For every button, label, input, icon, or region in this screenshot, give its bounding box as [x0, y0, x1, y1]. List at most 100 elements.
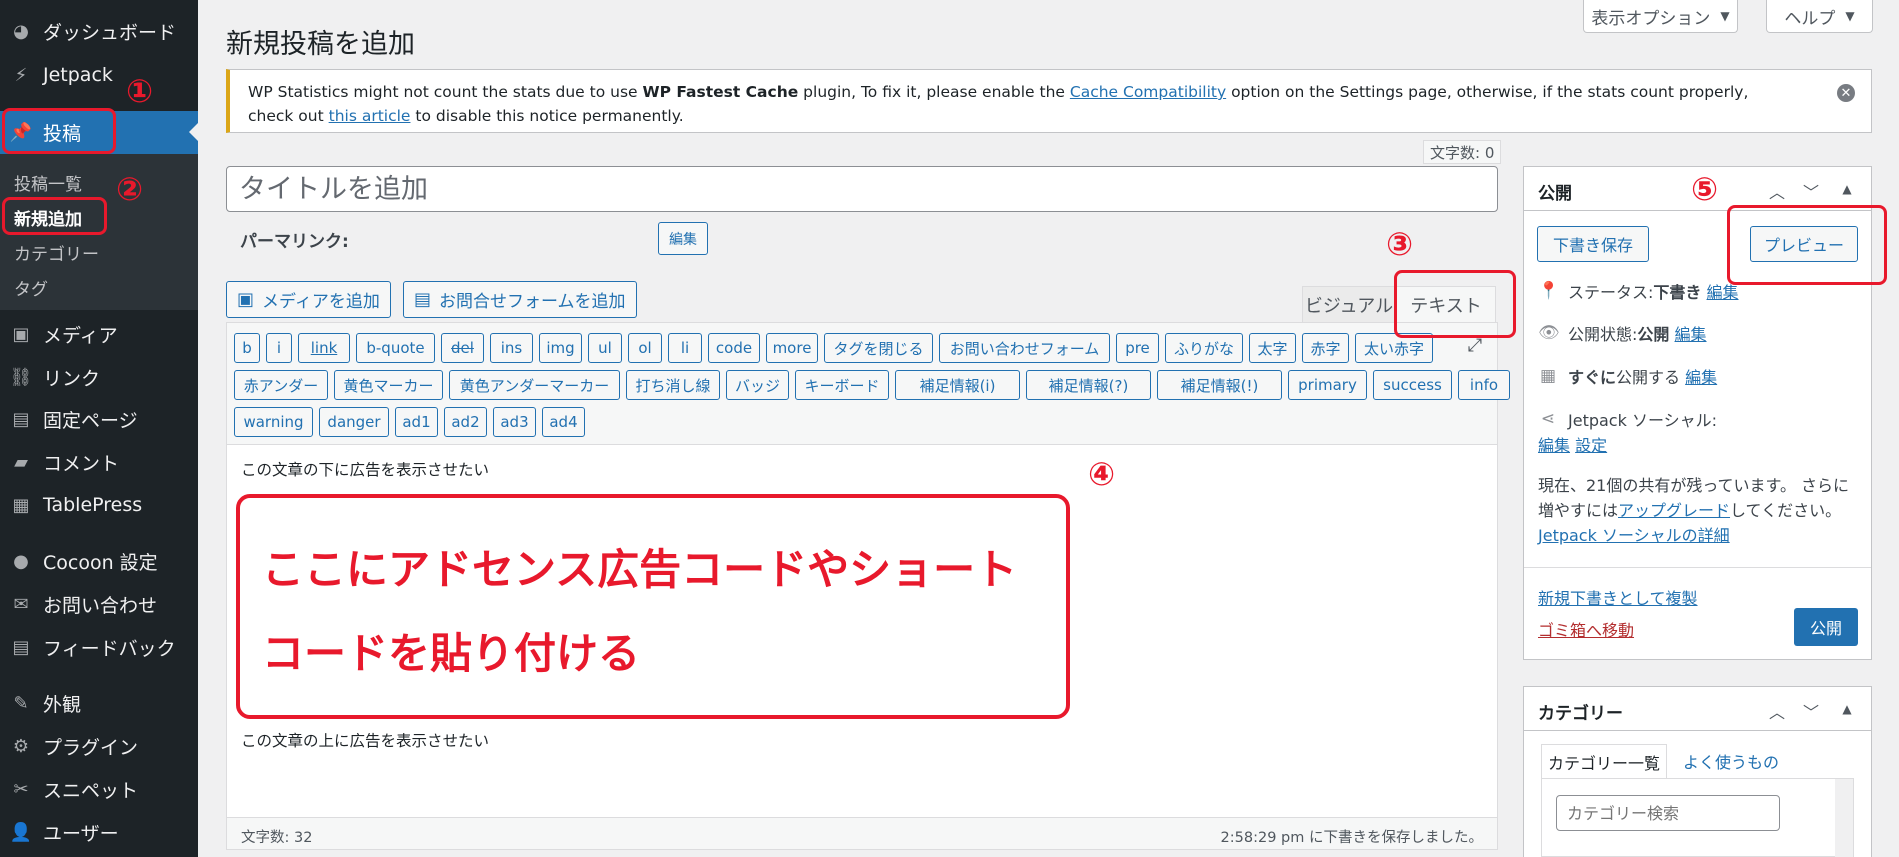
- menu-contact[interactable]: ✉ お問い合わせ: [0, 584, 198, 624]
- tab-visual[interactable]: ビジュアル: [1302, 286, 1396, 322]
- menu-label: Cocoon 設定: [43, 551, 158, 574]
- collapse-icon[interactable]: ▲: [1837, 182, 1857, 196]
- submenu-all-posts[interactable]: 投稿一覧: [14, 170, 82, 195]
- quicktag-button[interactable]: img: [539, 333, 582, 363]
- user-icon: 👤: [9, 821, 33, 843]
- schedule-label: 公開する: [1616, 368, 1681, 387]
- help-button[interactable]: ヘルプ ▼: [1766, 0, 1873, 33]
- menu-appearance[interactable]: ✎ 外観: [0, 683, 198, 723]
- quicktag-button[interactable]: warning: [234, 407, 313, 437]
- add-contact-form-button[interactable]: ▤ お問合せフォームを追加: [403, 281, 637, 318]
- chevron-down-icon[interactable]: ﹀: [1801, 179, 1821, 203]
- quicktag-button[interactable]: タグを閉じる: [824, 333, 933, 363]
- quicktag-button[interactable]: 補足情報(?): [1026, 370, 1151, 400]
- duplicate-draft-link[interactable]: 新規下書きとして複製: [1538, 585, 1698, 609]
- title-input[interactable]: [226, 166, 1498, 212]
- quicktag-button[interactable]: バッジ: [726, 370, 789, 400]
- form-icon: ▤: [414, 289, 432, 310]
- annotation-ring-add-new: [2, 197, 107, 235]
- upgrade-link[interactable]: アップグレード: [1618, 497, 1730, 521]
- submenu-categories[interactable]: カテゴリー: [14, 240, 99, 265]
- quicktag-button[interactable]: b-quote: [356, 333, 435, 363]
- save-draft-button[interactable]: 下書き保存: [1537, 226, 1649, 262]
- quicktag-button[interactable]: ad1: [395, 407, 438, 437]
- cache-compatibility-link[interactable]: Cache Compatibility: [1070, 83, 1226, 101]
- social-details-link[interactable]: Jetpack ソーシャルの詳細: [1538, 522, 1730, 546]
- shares-text-2: 増やすには アップグレード してください。: [1538, 497, 1841, 521]
- menu-label: 外観: [43, 693, 82, 716]
- shares-text: 増やすには: [1538, 501, 1619, 520]
- content-line: この文章の上に広告を表示させたい: [241, 732, 490, 750]
- edit-schedule-link[interactable]: 編集: [1685, 364, 1717, 388]
- quicktag-button[interactable]: ad3: [493, 407, 536, 437]
- quicktag-button[interactable]: i: [266, 333, 292, 363]
- chevron-down-icon[interactable]: ﹀: [1801, 699, 1821, 723]
- quicktag-button[interactable]: ins: [490, 333, 533, 363]
- menu-jetpack[interactable]: ⚡ Jetpack: [0, 55, 198, 95]
- collapse-icon[interactable]: ▲: [1837, 702, 1857, 716]
- menu-feedback[interactable]: ▤ フィードバック: [0, 627, 198, 667]
- quicktag-button[interactable]: 黄色マーカー: [334, 370, 443, 400]
- quicktag-button[interactable]: 黄色アンダーマーカー: [449, 370, 620, 400]
- quicktag-button[interactable]: 赤字: [1302, 333, 1349, 363]
- quicktag-button[interactable]: 補足情報(i): [895, 370, 1020, 400]
- quicktag-button[interactable]: info: [1458, 370, 1510, 400]
- menu-tablepress[interactable]: ▦ TablePress: [0, 485, 198, 525]
- menu-snippets[interactable]: ✂ スニペット: [0, 769, 198, 809]
- annotation-number-4: ④: [1088, 455, 1116, 493]
- quicktag-button[interactable]: お問い合わせフォーム: [939, 333, 1110, 363]
- status-row: 📍 ステータス: 下書き 編集: [1538, 279, 1739, 303]
- permalink-edit-button[interactable]: 編集: [658, 222, 708, 255]
- quicktag-button[interactable]: primary: [1288, 370, 1367, 400]
- menu-links[interactable]: ⛓ リンク: [0, 357, 198, 397]
- menu-plugins[interactable]: ⚙ プラグイン: [0, 726, 198, 766]
- quicktag-button[interactable]: code: [708, 333, 760, 363]
- caret-down-icon: ▼: [1720, 9, 1730, 23]
- visibility-row: 👁 公開状態: 公開 編集: [1538, 321, 1707, 345]
- quicktag-button[interactable]: 赤アンダー: [234, 370, 328, 400]
- quicktag-button[interactable]: b: [234, 333, 260, 363]
- dismiss-icon[interactable]: ✕: [1837, 84, 1855, 102]
- quicktag-button[interactable]: キーボード: [795, 370, 889, 400]
- quicktag-button[interactable]: ol: [628, 333, 662, 363]
- quicktag-button[interactable]: more: [766, 333, 818, 363]
- tab-all-categories[interactable]: カテゴリー一覧: [1541, 744, 1667, 778]
- add-media-label: メディアを追加: [262, 292, 380, 312]
- quicktag-button[interactable]: ul: [588, 333, 622, 363]
- menu-dashboard[interactable]: ◕ ダッシュボード: [0, 11, 198, 51]
- quicktag-button[interactable]: li: [668, 333, 702, 363]
- publish-button[interactable]: 公開: [1794, 608, 1858, 646]
- quicktag-button[interactable]: ふりがな: [1165, 333, 1243, 363]
- menu-users[interactable]: 👤 ユーザー: [0, 812, 198, 852]
- quicktag-button[interactable]: link: [298, 333, 350, 363]
- quicktag-button[interactable]: success: [1373, 370, 1452, 400]
- article-link[interactable]: this article: [329, 107, 411, 125]
- menu-comments[interactable]: ▰ コメント: [0, 442, 198, 482]
- tab-popular-categories[interactable]: よく使うもの: [1672, 744, 1790, 778]
- screen-options-button[interactable]: 表示オプション ▼: [1583, 0, 1738, 33]
- quicktag-button[interactable]: danger: [319, 407, 389, 437]
- quicktag-button[interactable]: pre: [1116, 333, 1159, 363]
- social-settings-link[interactable]: 設定: [1575, 432, 1607, 456]
- move-to-trash-link[interactable]: ゴミ箱へ移動: [1538, 617, 1634, 641]
- annotation-ring-posts: [2, 108, 116, 154]
- menu-pages[interactable]: ▤ 固定ページ: [0, 399, 198, 439]
- submenu-tags[interactable]: タグ: [14, 275, 48, 300]
- chevron-up-icon[interactable]: ︿: [1767, 179, 1787, 203]
- category-search-input[interactable]: [1556, 795, 1780, 831]
- quicktag-button[interactable]: ad4: [542, 407, 585, 437]
- quicktag-button[interactable]: ad2: [444, 407, 487, 437]
- menu-cocoon[interactable]: ● Cocoon 設定: [0, 541, 198, 581]
- add-media-button[interactable]: ▣ メディアを追加: [226, 281, 391, 318]
- quicktag-button[interactable]: 太字: [1249, 333, 1296, 363]
- quicktag-button[interactable]: 補足情報(!): [1157, 370, 1282, 400]
- quicktag-button[interactable]: 打ち消し線: [626, 370, 720, 400]
- schedule-bold: すぐに: [1568, 368, 1617, 387]
- edit-social-link[interactable]: 編集: [1538, 432, 1570, 456]
- edit-visibility-link[interactable]: 編集: [1675, 321, 1707, 345]
- scrollbar[interactable]: [1835, 779, 1853, 857]
- chevron-up-icon[interactable]: ︿: [1767, 699, 1787, 723]
- quicktag-button[interactable]: del: [441, 333, 484, 363]
- menu-media[interactable]: ▣ メディア: [0, 314, 198, 354]
- content-line: この文章の下に広告を表示させたい: [241, 461, 490, 479]
